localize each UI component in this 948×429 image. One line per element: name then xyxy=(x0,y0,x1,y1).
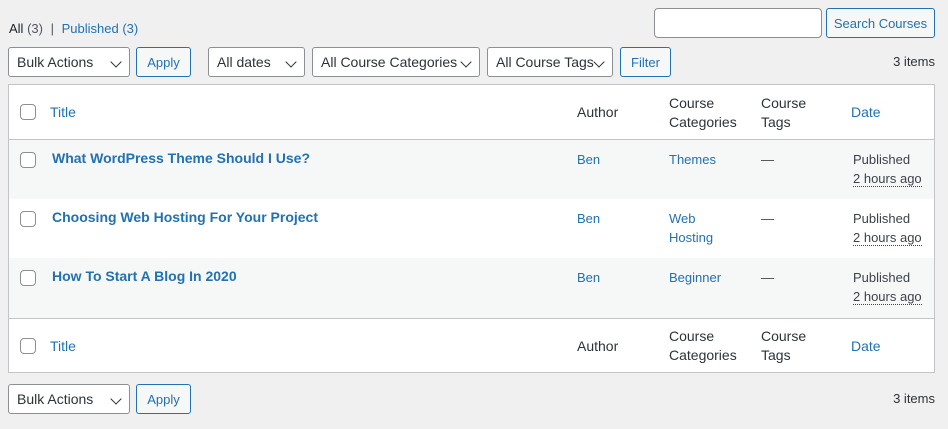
row-checkbox[interactable] xyxy=(20,270,36,286)
bulk-actions-label: Bulk Actions xyxy=(17,391,94,407)
status-text: Published xyxy=(853,270,911,285)
date-relative: 2 hours ago xyxy=(853,230,922,246)
category-line1: Beginner xyxy=(669,270,722,285)
column-author-footer: Author xyxy=(577,338,619,354)
category-link[interactable]: Beginner xyxy=(669,268,721,287)
column-categories-line2: Categories xyxy=(669,347,737,363)
date-relative: 2 hours ago xyxy=(853,289,922,305)
filter-button[interactable]: Filter xyxy=(620,47,671,77)
column-tags-line1: Course xyxy=(761,328,807,344)
column-tags-line2: Tags xyxy=(761,347,791,363)
chevron-down-icon xyxy=(460,56,472,68)
items-count-top: 3 items xyxy=(893,54,935,69)
row-checkbox[interactable] xyxy=(20,152,36,168)
column-categories-line2: Categories xyxy=(669,114,737,130)
table-footer-row: Title Author Course Categories Course Ta… xyxy=(9,318,934,372)
dates-label: All dates xyxy=(217,54,271,70)
category-link[interactable]: Themes xyxy=(669,150,716,169)
course-title-link[interactable]: Choosing Web Hosting For Your Project xyxy=(52,208,318,227)
items-count-bottom: 3 items xyxy=(893,391,935,406)
column-categories-line1: Course xyxy=(669,95,715,111)
column-title-sort[interactable]: Title xyxy=(50,103,76,122)
filter-published-label: Published xyxy=(61,21,119,36)
apply-button-top[interactable]: Apply xyxy=(136,47,191,77)
filter-all[interactable]: All xyxy=(9,21,23,36)
table-row: What WordPress Theme Should I Use? Ben T… xyxy=(9,140,934,199)
table-row: Choosing Web Hosting For Your Project Be… xyxy=(9,199,934,258)
author-link[interactable]: Ben xyxy=(577,150,600,169)
category-line1: Web xyxy=(669,211,696,226)
column-course-categories-footer: Course Categories xyxy=(669,327,737,365)
column-course-tags: Course Tags xyxy=(761,94,806,132)
author-link[interactable]: Ben xyxy=(577,209,600,228)
filter-all-count: (3) xyxy=(27,21,43,36)
column-title-sort-footer[interactable]: Title xyxy=(50,337,76,356)
column-date-sort-footer[interactable]: Date xyxy=(851,337,881,356)
bulk-actions-select-bottom[interactable]: Bulk Actions xyxy=(8,384,130,414)
chevron-down-icon xyxy=(285,56,297,68)
course-categories-select[interactable]: All Course Categories xyxy=(312,47,480,77)
course-title-link[interactable]: What WordPress Theme Should I Use? xyxy=(52,149,310,168)
categories-label: All Course Categories xyxy=(321,54,458,70)
column-tags-line1: Course xyxy=(761,95,807,111)
dates-select[interactable]: All dates xyxy=(208,47,305,77)
column-tags-line2: Tags xyxy=(761,114,791,130)
select-all-checkbox[interactable] xyxy=(20,104,36,120)
date-cell: Published 2 hours ago xyxy=(853,150,922,188)
bulk-actions-select-top[interactable]: Bulk Actions xyxy=(8,47,130,77)
search-input[interactable] xyxy=(654,8,822,38)
filter-separator: | xyxy=(50,21,54,36)
column-course-categories: Course Categories xyxy=(669,94,737,132)
category-line1: Themes xyxy=(669,152,716,167)
chevron-down-icon xyxy=(593,56,605,68)
course-title-link[interactable]: How To Start A Blog In 2020 xyxy=(52,267,237,286)
column-course-tags-footer: Course Tags xyxy=(761,327,806,365)
tags-label: All Course Tags xyxy=(496,54,594,70)
search-courses-button[interactable]: Search Courses xyxy=(826,8,935,38)
table-header-row: Title Author Course Categories Course Ta… xyxy=(9,85,934,140)
filter-published-count: (3) xyxy=(122,21,139,36)
bulk-actions-label: Bulk Actions xyxy=(17,54,94,70)
tags-value: — xyxy=(761,211,774,226)
status-filters: All (3) | Published (3) xyxy=(9,21,138,36)
column-date-sort[interactable]: Date xyxy=(851,103,881,122)
date-cell: Published 2 hours ago xyxy=(853,268,922,306)
filter-published[interactable]: Published (3) xyxy=(62,21,139,36)
column-categories-line1: Course xyxy=(669,328,715,344)
table-row: How To Start A Blog In 2020 Ben Beginner… xyxy=(9,258,934,318)
category-link[interactable]: Web Hosting xyxy=(669,209,713,247)
row-checkbox[interactable] xyxy=(20,211,36,227)
status-text: Published xyxy=(853,152,911,167)
select-all-checkbox-footer[interactable] xyxy=(20,338,36,354)
tags-value: — xyxy=(761,270,774,285)
column-author: Author xyxy=(577,104,619,120)
chevron-down-icon xyxy=(110,56,122,68)
status-text: Published xyxy=(853,211,911,226)
author-link[interactable]: Ben xyxy=(577,268,600,287)
course-tags-select[interactable]: All Course Tags xyxy=(487,47,613,77)
courses-table: Title Author Course Categories Course Ta… xyxy=(8,84,935,373)
date-relative: 2 hours ago xyxy=(853,171,922,187)
chevron-down-icon xyxy=(110,393,122,405)
apply-button-bottom[interactable]: Apply xyxy=(136,384,191,414)
date-cell: Published 2 hours ago xyxy=(853,209,922,247)
category-line2: Hosting xyxy=(669,230,714,245)
tags-value: — xyxy=(761,152,774,167)
